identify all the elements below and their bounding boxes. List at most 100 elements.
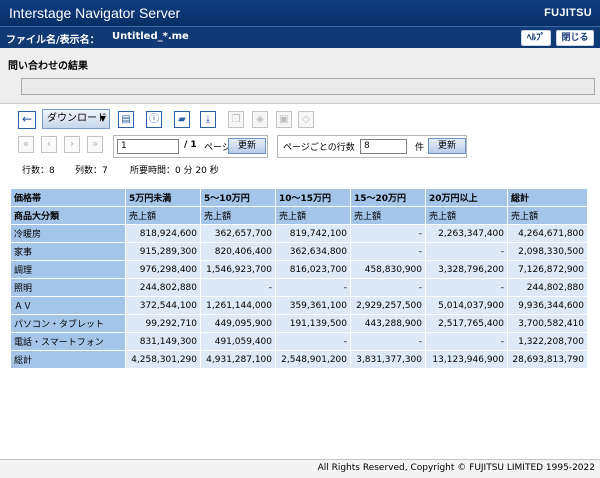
table-cell: 915,289,300 [125, 242, 201, 261]
table-row: 冷暖房 818,924,600 362,657,700 819,742,100-2,2… [10, 224, 588, 243]
table-cell: 3,328,796,200 [425, 260, 508, 279]
table-row: 家事 915,289,300 820,406,400 362,634,800- -2,0… [10, 242, 588, 261]
column-subheader: 売上額 [507, 206, 588, 225]
column-header: 価格帯 [10, 188, 126, 207]
table-cell: 816,023,700 [275, 260, 351, 279]
table-cell: 244,802,880 [507, 278, 588, 297]
table-cell: - [350, 242, 426, 261]
stack-disabled-icon: ◇ [298, 111, 314, 128]
column-subheader: 売上額 [275, 206, 351, 225]
help-button[interactable]: ﾍﾙﾌﾟ [521, 30, 551, 46]
filename-value: Untitled_*.me [112, 31, 189, 42]
table-cell: 2,263,347,400 [425, 224, 508, 243]
elapsed-time: 所要時間：0 分 20 秒 [130, 166, 219, 176]
next-page-icon: › [64, 136, 80, 153]
table-cell: 372,544,100 [125, 296, 201, 315]
last-page-icon: » [87, 136, 103, 153]
row-header: 家事 [10, 242, 126, 261]
rows-per-page-label: ページごとの行数 [283, 143, 355, 153]
table-cell: 4,931,287,100 [200, 350, 276, 369]
download-dropdown[interactable]: ダウンロード ▼ [42, 109, 110, 129]
table-row: 調理 976,298,400 1,546,923,700 816,023,700 458… [10, 260, 588, 279]
total-row: 総計 4,258,301,290 4,931,287,100 2,548,901,20… [10, 350, 588, 369]
column-subheader: 売上額 [125, 206, 201, 225]
column-header: 15～20万円 [350, 188, 426, 207]
first-page-icon: « [18, 136, 34, 153]
download-label: ダウンロード [47, 113, 107, 124]
column-subheader: 売上額 [425, 206, 508, 225]
header-row: 価格帯 5万円未満 5～10万円 10～15万円 15～20万円 20万円以上 … [10, 188, 588, 207]
save-document-icon[interactable]: ▤ [118, 111, 134, 128]
page-input[interactable]: 1 [117, 139, 179, 154]
table-cell: 9,936,344,600 [507, 296, 588, 315]
rows-per-page: ページごとの行数 8 件 更新 [277, 135, 467, 158]
back-arrow-icon[interactable]: ← [18, 111, 36, 129]
row-header: パソコン・タブレット [10, 314, 126, 333]
row-header: 電話・スマートフォン [10, 332, 126, 351]
table-cell: 191,139,500 [275, 314, 351, 333]
prev-page-icon: ‹ [41, 136, 57, 153]
table-cell: 244,802,880 [125, 278, 201, 297]
rows-update-button[interactable]: 更新 [428, 138, 466, 154]
table-cell: 4,264,671,800 [507, 224, 588, 243]
column-header: 10～15万円 [275, 188, 351, 207]
add-folder-icon[interactable]: ▰ [174, 111, 190, 128]
table-cell: 5,014,037,900 [425, 296, 508, 315]
table-cell: - [275, 332, 351, 351]
page-update-button[interactable]: 更新 [228, 138, 266, 154]
row-header: 調理 [10, 260, 126, 279]
table-cell: - [425, 242, 508, 261]
table-row: 電話・スマートフォン 831,149,300 491,059,400- - -1,322… [10, 332, 588, 351]
table-cell: 458,830,900 [350, 260, 426, 279]
fujitsu-logo: FUJITSU [544, 7, 592, 19]
table-cell: 1,322,208,700 [507, 332, 588, 351]
layers-disabled-icon: ◈ [252, 111, 268, 128]
table-cell: 2,517,765,400 [425, 314, 508, 333]
table-cell: 3,700,582,410 [507, 314, 588, 333]
title-bar: Interstage Navigator Server FUJITSU [0, 0, 600, 26]
table-cell: 2,929,257,500 [350, 296, 426, 315]
download-icon[interactable]: ⤓ [200, 111, 216, 128]
chevron-down-icon: ▼ [99, 114, 106, 123]
column-header: 総計 [507, 188, 588, 207]
app-title: Interstage Navigator Server [9, 5, 181, 21]
table-cell: 1,546,923,700 [200, 260, 276, 279]
column-subheader: 売上額 [200, 206, 276, 225]
table-row: 照明 244,802,880- - - -244,802,880 [10, 278, 588, 297]
table-cell: 1,261,144,000 [200, 296, 276, 315]
row-header: 冷暖房 [10, 224, 126, 243]
close-button[interactable]: 閉じる [556, 30, 594, 46]
filter-info-icon[interactable]: ⓘ [146, 111, 162, 128]
result-header: 問い合わせの結果 [0, 48, 600, 104]
column-header: 5～10万円 [200, 188, 276, 207]
table-cell: 819,742,100 [275, 224, 351, 243]
table-cell: - [350, 224, 426, 243]
table-cell: - [200, 278, 276, 297]
footer: All Rights Reserved, Copyright © FUJITSU… [0, 459, 600, 478]
table-cell: 820,406,400 [200, 242, 276, 261]
filename-label: ファイル名/表示名： [6, 35, 100, 46]
message-bar [21, 78, 595, 95]
copy-disabled-icon: ❐ [228, 111, 244, 128]
table-cell: 362,634,800 [275, 242, 351, 261]
table-cell: 99,292,710 [125, 314, 201, 333]
table-cell: - [350, 278, 426, 297]
table-cell: 443,288,900 [350, 314, 426, 333]
table-cell: 13,123,946,900 [425, 350, 508, 369]
column-header: 5万円未満 [125, 188, 201, 207]
table-body: 冷暖房 818,924,600 362,657,700 819,742,100-2,2… [10, 224, 588, 369]
subheader-row: 商品大分類 売上額 売上額 売上額 売上額 売上額 売上額 [10, 206, 588, 225]
table-row: パソコン・タブレット 99,292,710 449,095,900 191,139,5… [10, 314, 588, 333]
table-cell: - [350, 332, 426, 351]
page-unit: ページ [204, 143, 231, 153]
table-cell: 976,298,400 [125, 260, 201, 279]
table-cell: 28,693,813,790 [507, 350, 588, 369]
table-cell: 831,149,300 [125, 332, 201, 351]
table-cell: - [275, 278, 351, 297]
page-total: / 1 [184, 140, 197, 150]
rows-per-page-input[interactable]: 8 [360, 139, 407, 154]
row-header: 総計 [10, 350, 126, 369]
table-cell: 359,361,100 [275, 296, 351, 315]
page-title: 問い合わせの結果 [8, 61, 88, 72]
copyright-text: All Rights Reserved, Copyright © FUJITSU… [317, 463, 595, 473]
